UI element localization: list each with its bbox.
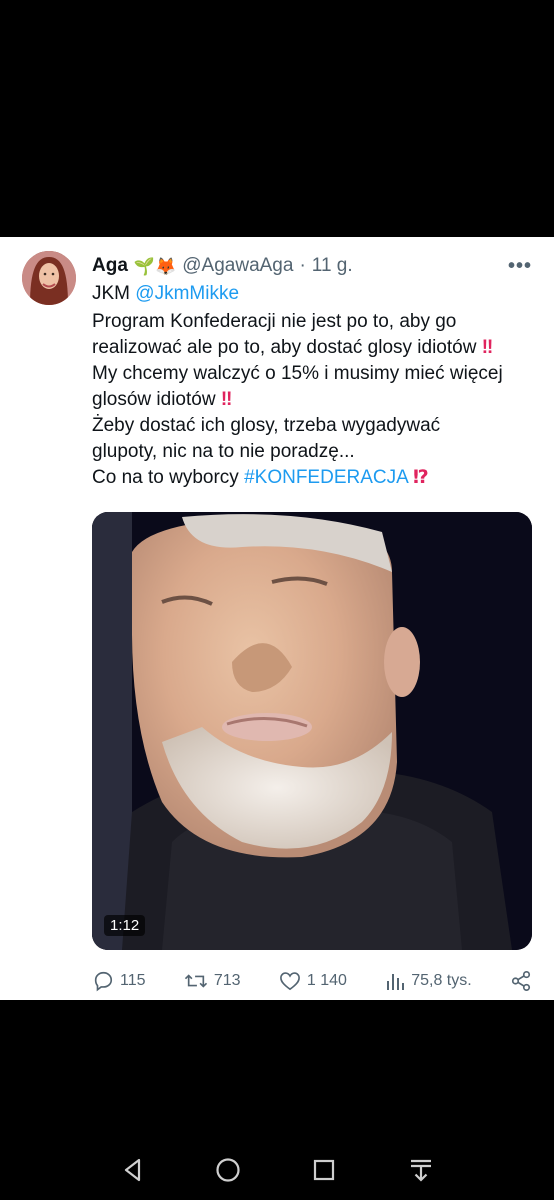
reply-prefix: JKM bbox=[92, 283, 130, 304]
notification-pull-icon[interactable] bbox=[406, 1155, 436, 1185]
hashtag-link[interactable]: #KONFEDERACJA bbox=[244, 467, 408, 488]
author-handle[interactable]: @AgawaAga bbox=[182, 255, 293, 277]
reply-button[interactable]: 115 bbox=[92, 970, 146, 992]
tweet-line-2-text: realizować ale po to, aby dostać glosy i… bbox=[92, 337, 477, 358]
retweet-button[interactable]: 713 bbox=[184, 970, 241, 992]
tweet-text: Program Konfederacji nie jest po to, aby… bbox=[92, 309, 537, 491]
views-button[interactable]: 75,8 tys. bbox=[385, 971, 472, 991]
author-emojis: 🌱🦊 bbox=[133, 256, 177, 276]
tweet-line-2: realizować ale po to, aby dostać glosy i… bbox=[92, 335, 537, 361]
video-player[interactable]: 1:12 bbox=[92, 512, 532, 950]
tweet-line-3: My chcemy walczyć o 15% i musimy mieć wi… bbox=[92, 363, 503, 384]
retweet-icon bbox=[184, 974, 207, 988]
like-button[interactable]: 1 140 bbox=[279, 971, 347, 991]
reply-count: 115 bbox=[120, 972, 146, 989]
recents-icon[interactable] bbox=[309, 1155, 339, 1185]
video-duration: 1:12 bbox=[104, 915, 146, 936]
tweet-line-1: Program Konfederacji nie jest po to, aby… bbox=[92, 311, 457, 332]
heart-icon bbox=[279, 972, 300, 991]
reply-mention-link[interactable]: @JkmMikke bbox=[135, 283, 239, 304]
share-icon bbox=[511, 971, 531, 991]
views-count: 75,8 tys. bbox=[411, 972, 472, 989]
tweet-line-6: glupoty, nic na to nie poradzę... bbox=[92, 441, 355, 462]
tweet-header: Aga 🌱🦊 @AgawaAga · 11 g. bbox=[92, 253, 353, 279]
avatar-portrait bbox=[22, 251, 76, 305]
avatar[interactable] bbox=[22, 251, 76, 305]
tweet-line-4-text: glosów idiotów bbox=[92, 389, 216, 410]
home-icon[interactable] bbox=[213, 1155, 243, 1185]
android-nav-bar bbox=[0, 1000, 554, 1200]
double-exclamation-icon: ‼ bbox=[481, 337, 494, 358]
tweet-time[interactable]: 11 g. bbox=[312, 255, 353, 277]
retweet-count: 713 bbox=[213, 972, 241, 989]
exclamation-question-icon: ⁉ bbox=[413, 467, 429, 488]
top-black-area bbox=[0, 0, 554, 237]
share-button[interactable] bbox=[510, 970, 532, 992]
tweet-line-7: Co na to wyborcy #KONFEDERACJA ⁉ bbox=[92, 465, 537, 491]
tweet-line-7-text: Co na to wyborcy bbox=[92, 467, 239, 488]
tweet-line-4: glosów idiotów ‼ bbox=[92, 387, 537, 413]
views-icon bbox=[387, 974, 405, 990]
reply-icon bbox=[94, 971, 113, 992]
tweet-actions: 115 713 1 140 75,8 tys. bbox=[92, 967, 532, 995]
tweet-card[interactable]: Aga 🌱🦊 @AgawaAga · 11 g. ••• JKM @JkmMik… bbox=[0, 237, 554, 1000]
tweet-line-5: Żeby dostać ich glosy, trzeba wygadywać bbox=[92, 415, 441, 436]
like-count: 1 140 bbox=[306, 972, 347, 989]
author-name[interactable]: Aga bbox=[92, 255, 128, 277]
more-options-icon[interactable]: ••• bbox=[508, 255, 532, 278]
separator-dot: · bbox=[299, 255, 306, 276]
video-frame bbox=[92, 512, 532, 950]
back-icon[interactable] bbox=[118, 1155, 148, 1185]
double-exclamation-icon: ‼ bbox=[220, 389, 233, 410]
reply-line: JKM @JkmMikke bbox=[92, 283, 239, 305]
